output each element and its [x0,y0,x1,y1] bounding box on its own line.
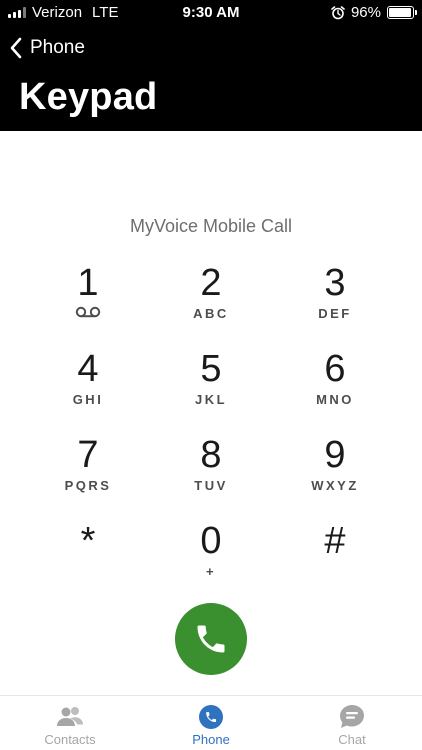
back-button[interactable]: Phone [8,34,85,62]
key-1[interactable]: 1 [33,262,143,340]
key-digit: 0 [200,520,222,562]
key-digit: # [324,520,346,562]
key-5[interactable]: 5 JKL [156,348,266,426]
alarm-icon [331,5,345,19]
key-7[interactable]: 7 PQRS [33,434,143,512]
tab-contacts[interactable]: Contacts [0,696,140,750]
key-digit: * [80,520,96,562]
key-digit: 3 [324,262,346,304]
line-label: MyVoice Mobile Call [129,216,293,236]
key-digit: 7 [77,434,99,476]
key-letters: JKL [194,392,228,407]
header: Verizon LTE 9:30 AM 96% Phone Keypad [0,0,422,131]
tab-chat[interactable]: Chat [282,696,422,750]
key-letters: ABC [193,306,229,321]
key-2[interactable]: 2 ABC [156,262,266,340]
tab-bar: Contacts Phone Chat [0,695,422,750]
battery-percent: 96% [350,4,381,21]
key-digit: 9 [324,434,346,476]
key-digit: 8 [200,434,222,476]
tab-label: Contacts [44,732,96,747]
back-label: Phone [30,37,85,58]
status-right: 96% [331,4,417,21]
phone-icon [199,705,223,729]
key-8[interactable]: 8 TUV [156,434,266,512]
contacts-icon [57,707,83,726]
key-digit: 2 [200,262,222,304]
key-letters: WXYZ [311,478,359,493]
key-letters: GHI [72,392,104,407]
battery-icon [387,6,417,19]
tab-phone[interactable]: Phone [141,696,281,750]
battery-fill [389,8,412,17]
key-star[interactable]: * [33,518,143,596]
key-6[interactable]: 6 MNO [280,348,390,426]
key-hash[interactable]: # [280,518,390,596]
key-letters: + [205,564,217,579]
page-title: Keypad [19,76,158,118]
key-3[interactable]: 3 DEF [280,262,390,340]
chat-icon [340,705,364,728]
status-bar: Verizon LTE 9:30 AM 96% [0,0,422,26]
tab-label: Chat [338,732,366,747]
key-digit: 1 [77,262,99,304]
key-letters: PQRS [64,478,112,493]
key-digit: 6 [324,348,346,390]
key-4[interactable]: 4 GHI [33,348,143,426]
key-letters: TUV [194,478,228,493]
key-0[interactable]: 0 + [156,520,266,598]
key-letters: MNO [316,392,354,407]
call-button[interactable] [175,603,247,675]
key-digit: 5 [200,348,222,390]
key-letters: DEF [318,306,352,321]
key-9[interactable]: 9 WXYZ [280,434,390,512]
phone-icon [197,625,225,653]
tab-label: Phone [192,732,230,747]
key-digit: 4 [77,348,99,390]
voicemail-icon [75,306,101,318]
chevron-left-icon [10,37,22,59]
